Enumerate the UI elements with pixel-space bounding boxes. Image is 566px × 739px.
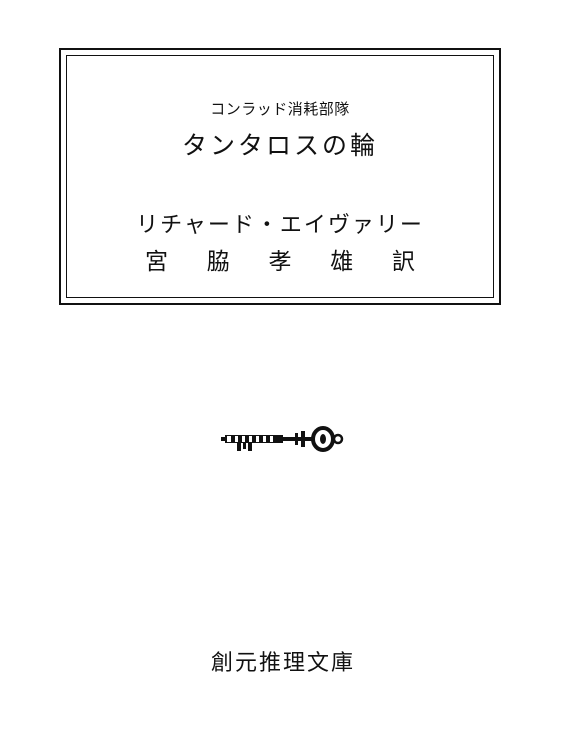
- series-name: コンラッド消耗部隊: [210, 100, 350, 118]
- translator-char: 宮: [145, 249, 168, 275]
- translator-char: 脇: [206, 249, 230, 275]
- translator-credit: 宮 脇 孝 雄 訳: [145, 242, 415, 276]
- translator-char: 雄: [330, 249, 354, 275]
- key-icon-graphic: [221, 426, 344, 452]
- key-icon: [217, 425, 347, 457]
- author-name: リチャード・エイヴァリー: [136, 213, 424, 238]
- translator-char: 訳: [392, 249, 415, 275]
- publisher-name: 創元推理文庫: [210, 651, 355, 676]
- title-frame-inner: コンラッド消耗部隊 タンタロスの輪 リチャード・エイヴァリー 宮 脇 孝 雄 訳: [66, 55, 494, 298]
- translator-char: 孝: [268, 249, 292, 275]
- title-frame: コンラッド消耗部隊 タンタロスの輪 リチャード・エイヴァリー 宮 脇 孝 雄 訳: [59, 48, 501, 305]
- book-title: タンタロスの輪: [181, 131, 378, 160]
